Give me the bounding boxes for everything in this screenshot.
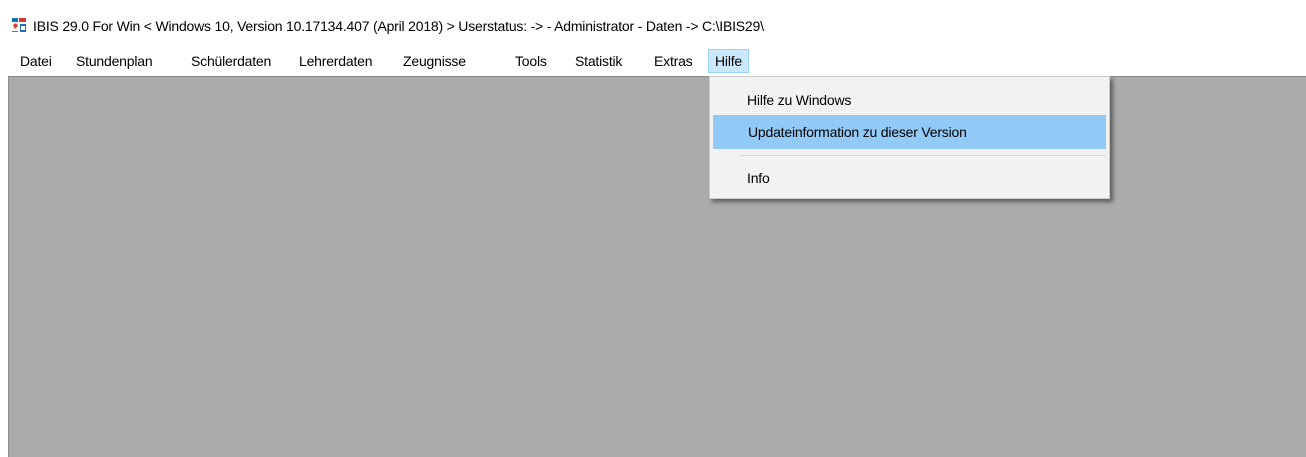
menu-schuelerdaten[interactable]: Schülerdaten <box>185 49 277 73</box>
menu-extras[interactable]: Extras <box>648 49 698 73</box>
mdi-client-area <box>8 76 1306 457</box>
ibis-app-icon[interactable] <box>11 17 27 33</box>
menu-stundenplan[interactable]: Stundenplan <box>70 49 158 73</box>
menu-tools[interactable]: Tools <box>509 49 553 73</box>
application-window: IBIS 29.0 For Win < Windows 10, Version … <box>0 0 1306 457</box>
menu-lehrerdaten[interactable]: Lehrerdaten <box>293 49 378 73</box>
title-bar[interactable]: IBIS 29.0 For Win < Windows 10, Version … <box>0 10 1306 40</box>
menu-zeugnisse[interactable]: Zeugnisse <box>397 49 472 73</box>
menu-statistik[interactable]: Statistik <box>569 49 628 73</box>
menu-item-updateinformation[interactable]: Updateinformation zu dieser Version <box>713 115 1106 149</box>
menu-item-hilfe-zu-windows[interactable]: Hilfe zu Windows <box>713 83 1106 117</box>
menu-separator <box>740 155 1106 156</box>
menu-datei[interactable]: Datei <box>14 49 58 73</box>
menu-hilfe[interactable]: Hilfe <box>708 49 750 73</box>
menu-item-info[interactable]: Info <box>713 161 1106 195</box>
window-title: IBIS 29.0 For Win < Windows 10, Version … <box>33 18 764 34</box>
hilfe-dropdown-menu: Hilfe zu Windows Updateinformation zu di… <box>709 76 1110 199</box>
menu-bar: Datei Stundenplan Schülerdaten Lehrerdat… <box>0 46 1306 76</box>
